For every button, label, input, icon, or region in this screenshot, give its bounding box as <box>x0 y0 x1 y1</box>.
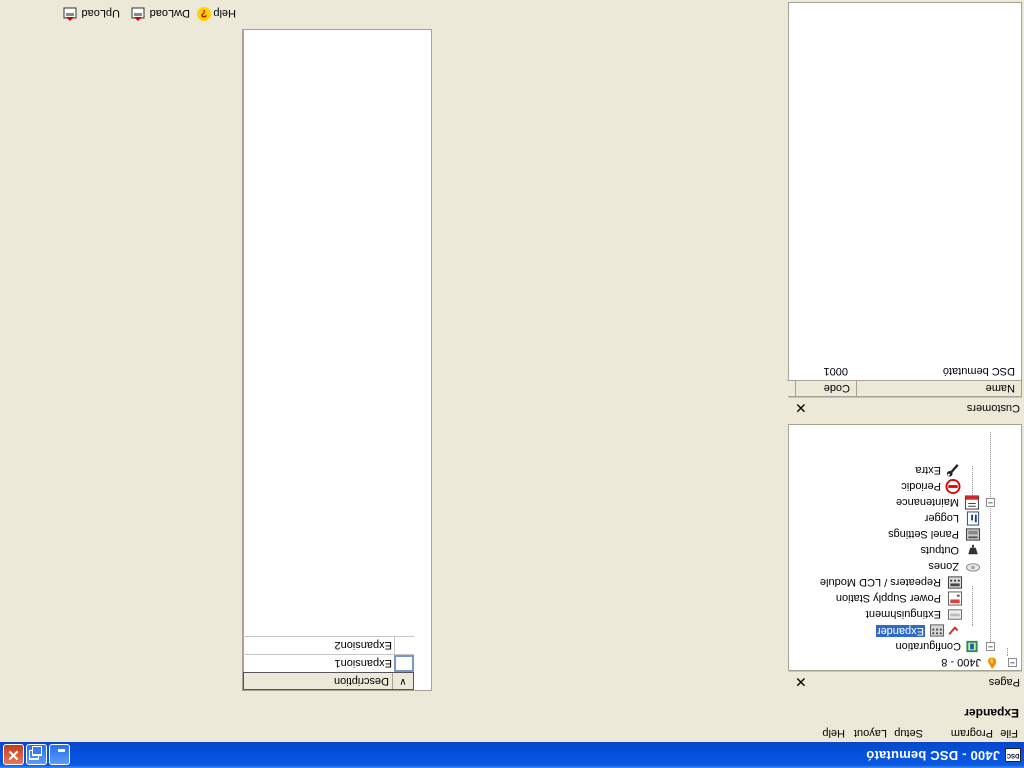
menu-help[interactable]: Help <box>822 727 845 739</box>
sort-arrow-icon: ∨ <box>392 673 413 689</box>
tree-item-label: Zones <box>928 560 959 572</box>
collapse-icon[interactable]: − <box>986 642 995 652</box>
customer-code: 0001 <box>823 365 848 377</box>
detector-icon <box>965 563 981 572</box>
siren-icon <box>968 544 978 555</box>
menu-bar: File Program Setup Layout Help <box>0 724 1024 742</box>
svg-text:?: ? <box>200 7 207 19</box>
tree-item-label: Configuration <box>895 640 961 652</box>
no-entry-icon <box>945 479 961 494</box>
wrench-icon <box>946 464 959 477</box>
configuration-icon <box>966 640 978 653</box>
grid-cell: Expansion2 <box>334 639 393 651</box>
customer-name: DSC bemutató <box>942 365 1015 377</box>
tree-item-label: Power Supply Station <box>835 592 941 604</box>
download-button[interactable]: DwLoad <box>128 4 190 22</box>
pages-close-icon[interactable]: ✕ <box>795 673 807 690</box>
menu-setup[interactable]: Setup <box>894 727 923 739</box>
window-title: J400 - DSC bemutató <box>866 748 1000 763</box>
column-header-label: Code <box>823 382 850 394</box>
minimize-icon <box>58 749 65 752</box>
checkmark-icon <box>948 626 959 635</box>
column-header-name[interactable]: Name <box>856 380 1021 396</box>
tree-item-label: Logger <box>924 512 959 524</box>
grid-header[interactable]: ∨ Description <box>243 672 414 690</box>
menu-file[interactable]: File <box>1000 727 1018 739</box>
row-indicator <box>394 637 414 654</box>
collapse-icon[interactable]: − <box>1008 658 1017 668</box>
upload-button[interactable]: UpLoad <box>60 4 120 22</box>
menu-program[interactable]: Program <box>951 727 993 739</box>
tree-item-label: Periodic <box>901 480 941 492</box>
app-icon: DSC <box>1005 748 1021 762</box>
panel-settings-icon <box>965 528 981 541</box>
pages-panel-title: Pages <box>988 676 1020 688</box>
minimize-button[interactable] <box>49 744 70 765</box>
upload-icon <box>63 7 77 21</box>
customers-close-icon[interactable]: ✕ <box>795 399 807 416</box>
page-title: Expander <box>964 706 1019 720</box>
customers-list[interactable]: Name Code DSC bemutató 0001 <box>787 2 1022 397</box>
tree-item-label: Maintenance <box>896 496 959 508</box>
fire-panel-icon <box>988 657 996 670</box>
logger-icon <box>966 511 980 526</box>
tree-item-label: Panel Settings <box>888 528 959 540</box>
extinguishment-icon <box>947 609 963 620</box>
pages-tree[interactable]: − J400 - 8 − Configuration Expander Exti… <box>788 424 1022 671</box>
customers-panel-title: Customers <box>966 402 1020 414</box>
menu-layout[interactable]: Layout <box>854 727 887 739</box>
title-bar[interactable]: DSC J400 - DSC bemutató ✕ <box>0 742 1024 768</box>
customers-panel-caption: Customers ✕ <box>789 397 1022 418</box>
grid-row[interactable]: Expansion2 <box>243 636 414 654</box>
download-button-label: DwLoad <box>149 7 190 19</box>
download-icon <box>131 7 145 21</box>
expansion-grid[interactable]: ∨ Description Expansion1 Expansion2 <box>243 29 432 691</box>
maintenance-icon <box>964 495 980 510</box>
close-button[interactable]: ✕ <box>3 744 24 765</box>
expander-module-icon <box>929 624 945 637</box>
lcd-module-icon <box>947 576 963 589</box>
power-supply-icon <box>947 591 963 606</box>
restore-button[interactable] <box>26 744 47 765</box>
collapse-icon[interactable]: − <box>986 498 995 508</box>
tree-item-label: J400 - 8 <box>941 656 981 668</box>
row-indicator <box>394 655 414 672</box>
tree-item-label: Repeaters / LCD Module <box>819 576 941 588</box>
grid-cell: Expansion1 <box>334 657 393 669</box>
help-button[interactable]: Help ? <box>196 4 236 22</box>
pages-panel-caption: Pages ✕ <box>789 671 1022 692</box>
toolbar: Help ? DwLoad UpLoad <box>0 1 240 27</box>
screen: DSC J400 - DSC bemutató ✕ File Program S… <box>0 0 1024 768</box>
tree-item-label: Extra <box>915 464 941 476</box>
splitter[interactable] <box>432 29 435 691</box>
close-icon: ✕ <box>7 746 20 763</box>
column-header-label: Name <box>985 382 1015 394</box>
help-button-label: Help <box>213 7 236 19</box>
column-header-code[interactable]: Code <box>795 380 856 396</box>
help-icon: ? <box>197 7 211 21</box>
grid-row[interactable]: Expansion1 <box>243 654 414 672</box>
customer-row[interactable]: DSC bemutató 0001 <box>789 363 1021 379</box>
tree-item-label: Extinguishment <box>865 608 941 620</box>
tree-item-label: Outputs <box>920 544 959 556</box>
splitter[interactable] <box>240 29 243 691</box>
grid-column-label: Description <box>333 675 389 687</box>
tree-item-label: Expander <box>875 625 925 637</box>
app-icon-label: DSC <box>1006 752 1020 758</box>
upload-button-label: UpLoad <box>81 7 120 19</box>
